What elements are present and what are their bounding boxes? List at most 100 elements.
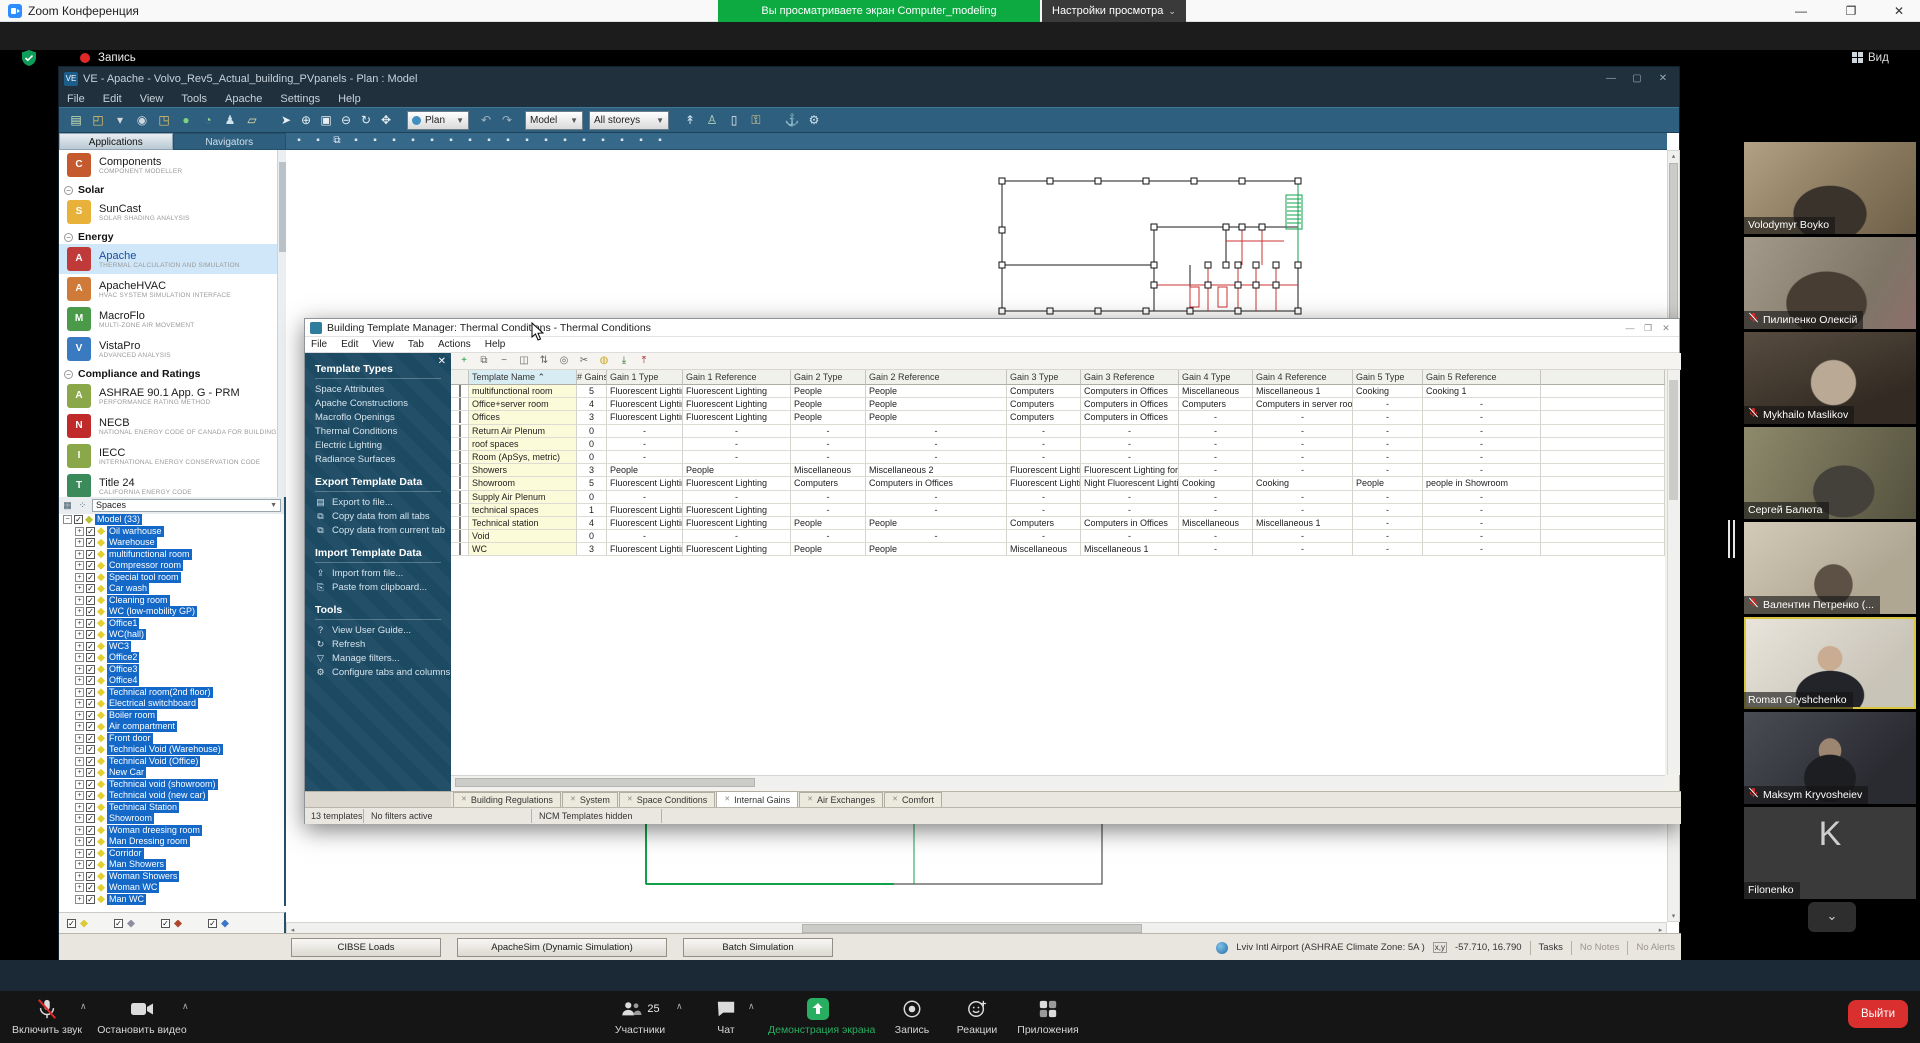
sidebar-close-icon[interactable]: ✕ xyxy=(438,356,446,367)
tab-close-icon[interactable]: ✕ xyxy=(461,793,467,807)
redo-icon[interactable]: ↷ xyxy=(498,111,516,129)
remove-template-icon[interactable]: − xyxy=(497,354,511,368)
expander-icon[interactable]: + xyxy=(75,538,84,547)
footer-приложения-button[interactable]: Приложения xyxy=(1012,997,1084,1036)
participants-collapse-button[interactable]: ⌄ xyxy=(1808,902,1856,932)
expander-icon[interactable]: + xyxy=(75,803,84,812)
tree-item-woman-wc[interactable]: +✓Woman WC xyxy=(59,882,284,894)
zoom-out-icon[interactable]: ⊖ xyxy=(337,111,355,129)
expander-icon[interactable]: + xyxy=(75,699,84,708)
pencil-icon[interactable]: ▪ xyxy=(482,134,496,148)
checkbox[interactable]: ✓ xyxy=(86,757,95,766)
expander-icon[interactable]: + xyxy=(75,607,84,616)
table-row[interactable]: Showers3PeoplePeopleMiscellaneousMiscell… xyxy=(451,464,1665,477)
key-icon[interactable]: ⚿ xyxy=(747,111,765,129)
expander-icon[interactable]: + xyxy=(75,814,84,823)
dialog-titlebar[interactable]: Building Template Manager: Thermal Condi… xyxy=(305,319,1679,337)
column-header-gain-4-reference[interactable]: Gain 4 Reference xyxy=(1253,370,1353,385)
tree-item-car-wash[interactable]: +✓Car wash xyxy=(59,583,284,595)
open-model-icon[interactable]: ◰ xyxy=(89,111,107,129)
checkbox[interactable]: ✓ xyxy=(86,780,95,789)
tree-item-technical-room-2nd-floor[interactable]: +✓Technical room(2nd floor) xyxy=(59,687,284,699)
person-icon[interactable]: ♙ xyxy=(703,111,721,129)
row-checkbox-cell[interactable] xyxy=(451,451,469,464)
bulb-icon[interactable]: ◍ xyxy=(597,354,611,368)
checkbox[interactable]: ✓ xyxy=(86,538,95,547)
tree-item-office1[interactable]: +✓Office1 xyxy=(59,618,284,630)
checkbox[interactable]: ✓ xyxy=(86,619,95,628)
app-item-necb[interactable]: NNECBNATIONAL ENERGY CODE OF CANADA FOR … xyxy=(59,411,284,441)
column-header-gain-5-type[interactable]: Gain 5 Type xyxy=(1353,370,1423,385)
dialog-minimize-button[interactable]: — xyxy=(1621,321,1639,335)
row-checkbox-cell[interactable] xyxy=(451,411,469,424)
checkbox[interactable]: ✓ xyxy=(86,642,95,651)
scrollbar-thumb[interactable] xyxy=(1669,163,1678,343)
locate-icon[interactable]: ◎ xyxy=(557,354,571,368)
tab-building-regulations[interactable]: ✕Building Regulations xyxy=(453,792,561,807)
scrollbar-thumb[interactable] xyxy=(802,924,1142,933)
expander-icon[interactable]: + xyxy=(75,561,84,570)
table-row[interactable]: multifunctional room5Fluorescent Lightin… xyxy=(451,385,1665,398)
tree-item-special-tool-room[interactable]: +✓Special tool room xyxy=(59,572,284,584)
participant-tile-filonenko[interactable]: KFilonenko xyxy=(1744,807,1916,899)
expander-icon[interactable]: + xyxy=(75,665,84,674)
checkbox[interactable]: ✓ xyxy=(86,814,95,823)
ve-minimize-button[interactable]: — xyxy=(1599,71,1623,87)
row-checkbox[interactable] xyxy=(459,411,461,423)
export-grid-icon[interactable]: ⤓ xyxy=(617,354,631,368)
tasks-button[interactable]: Tasks xyxy=(1539,942,1563,953)
collapse-icon[interactable]: − xyxy=(64,370,73,379)
sort-icon[interactable]: ⇅ xyxy=(537,354,551,368)
expander-icon[interactable]: + xyxy=(75,653,84,662)
book-icon[interactable]: ▯ xyxy=(725,111,743,129)
walkthrough-icon[interactable]: ▪ xyxy=(444,134,458,148)
tree-item-man-dressing-room[interactable]: +✓Man Dressing room xyxy=(59,836,284,848)
security-shield-icon[interactable] xyxy=(20,49,38,67)
tree-model-root[interactable]: −✓Model (33) xyxy=(59,514,284,526)
row-checkbox[interactable] xyxy=(459,530,461,542)
checkbox[interactable]: ✓ xyxy=(161,919,170,928)
table-row[interactable]: Showroom5Fluorescent LightingFluorescent… xyxy=(451,477,1665,490)
expander-icon[interactable]: + xyxy=(75,722,84,731)
polyline-icon[interactable]: ▪ xyxy=(539,134,553,148)
dialog-menu-tab[interactable]: Tab xyxy=(408,337,424,352)
sidebar-item-configure-tabs-and-columns[interactable]: ⚙Configure tabs and columns... xyxy=(315,665,441,679)
sidebar-item-import-from-file[interactable]: ⇪Import from file... xyxy=(315,566,441,580)
participant-tile-сергей-балюта[interactable]: Сергей Балюта xyxy=(1744,427,1916,519)
tree-item-warehouse[interactable]: +✓Warehouse xyxy=(59,537,284,549)
table-row[interactable]: WC3Fluorescent LightingFluorescent Light… xyxy=(451,543,1665,556)
ve-maximize-button[interactable]: ▢ xyxy=(1625,71,1649,87)
apache-run-icon[interactable]: ● xyxy=(177,111,195,129)
sidebar-item-radiance-surfaces[interactable]: Radiance Surfaces xyxy=(315,452,441,466)
row-checkbox-cell[interactable] xyxy=(451,477,469,490)
checkbox[interactable]: ✓ xyxy=(86,711,95,720)
checkbox[interactable]: ✓ xyxy=(86,872,95,881)
add-template-icon[interactable]: + xyxy=(457,354,471,368)
row-checkbox-cell[interactable] xyxy=(451,385,469,398)
undo-icon[interactable]: ↶ xyxy=(477,111,495,129)
sidebar-item-export-to-file[interactable]: ▤Export to file... xyxy=(315,495,441,509)
button-cibse-loads[interactable]: CIBSE Loads xyxy=(291,938,441,957)
ve-menu-edit[interactable]: Edit xyxy=(103,91,122,107)
tree-item-new-car[interactable]: +✓New Car xyxy=(59,767,284,779)
dialog-menu-edit[interactable]: Edit xyxy=(341,337,358,352)
maximize-button[interactable]: ❐ xyxy=(1836,2,1866,20)
dialog-menu-actions[interactable]: Actions xyxy=(438,337,471,352)
recording-indicator-icon[interactable] xyxy=(80,53,90,63)
walk-icon[interactable]: ↟ xyxy=(681,111,699,129)
expander-icon[interactable]: + xyxy=(75,860,84,869)
checkbox[interactable]: ✓ xyxy=(86,676,95,685)
model-combo[interactable]: Model▼ xyxy=(525,111,583,130)
checkbox[interactable]: ✓ xyxy=(86,745,95,754)
checkbox[interactable]: ✓ xyxy=(86,768,95,777)
sidebar-item-copy-data-from-all-tabs[interactable]: ⧉Copy data from all tabs xyxy=(315,509,441,523)
checkbox[interactable]: ✓ xyxy=(86,630,95,639)
expander-icon[interactable]: + xyxy=(75,630,84,639)
alerts-status[interactable]: No Alerts xyxy=(1636,942,1675,953)
checkbox[interactable]: ✓ xyxy=(86,734,95,743)
expander-icon[interactable]: + xyxy=(75,642,84,651)
sidebar-item-refresh[interactable]: ↻Refresh xyxy=(315,637,441,651)
row-checkbox-cell[interactable] xyxy=(451,504,469,517)
row-checkbox[interactable] xyxy=(459,425,461,437)
purge-icon[interactable]: ✂ xyxy=(577,354,591,368)
